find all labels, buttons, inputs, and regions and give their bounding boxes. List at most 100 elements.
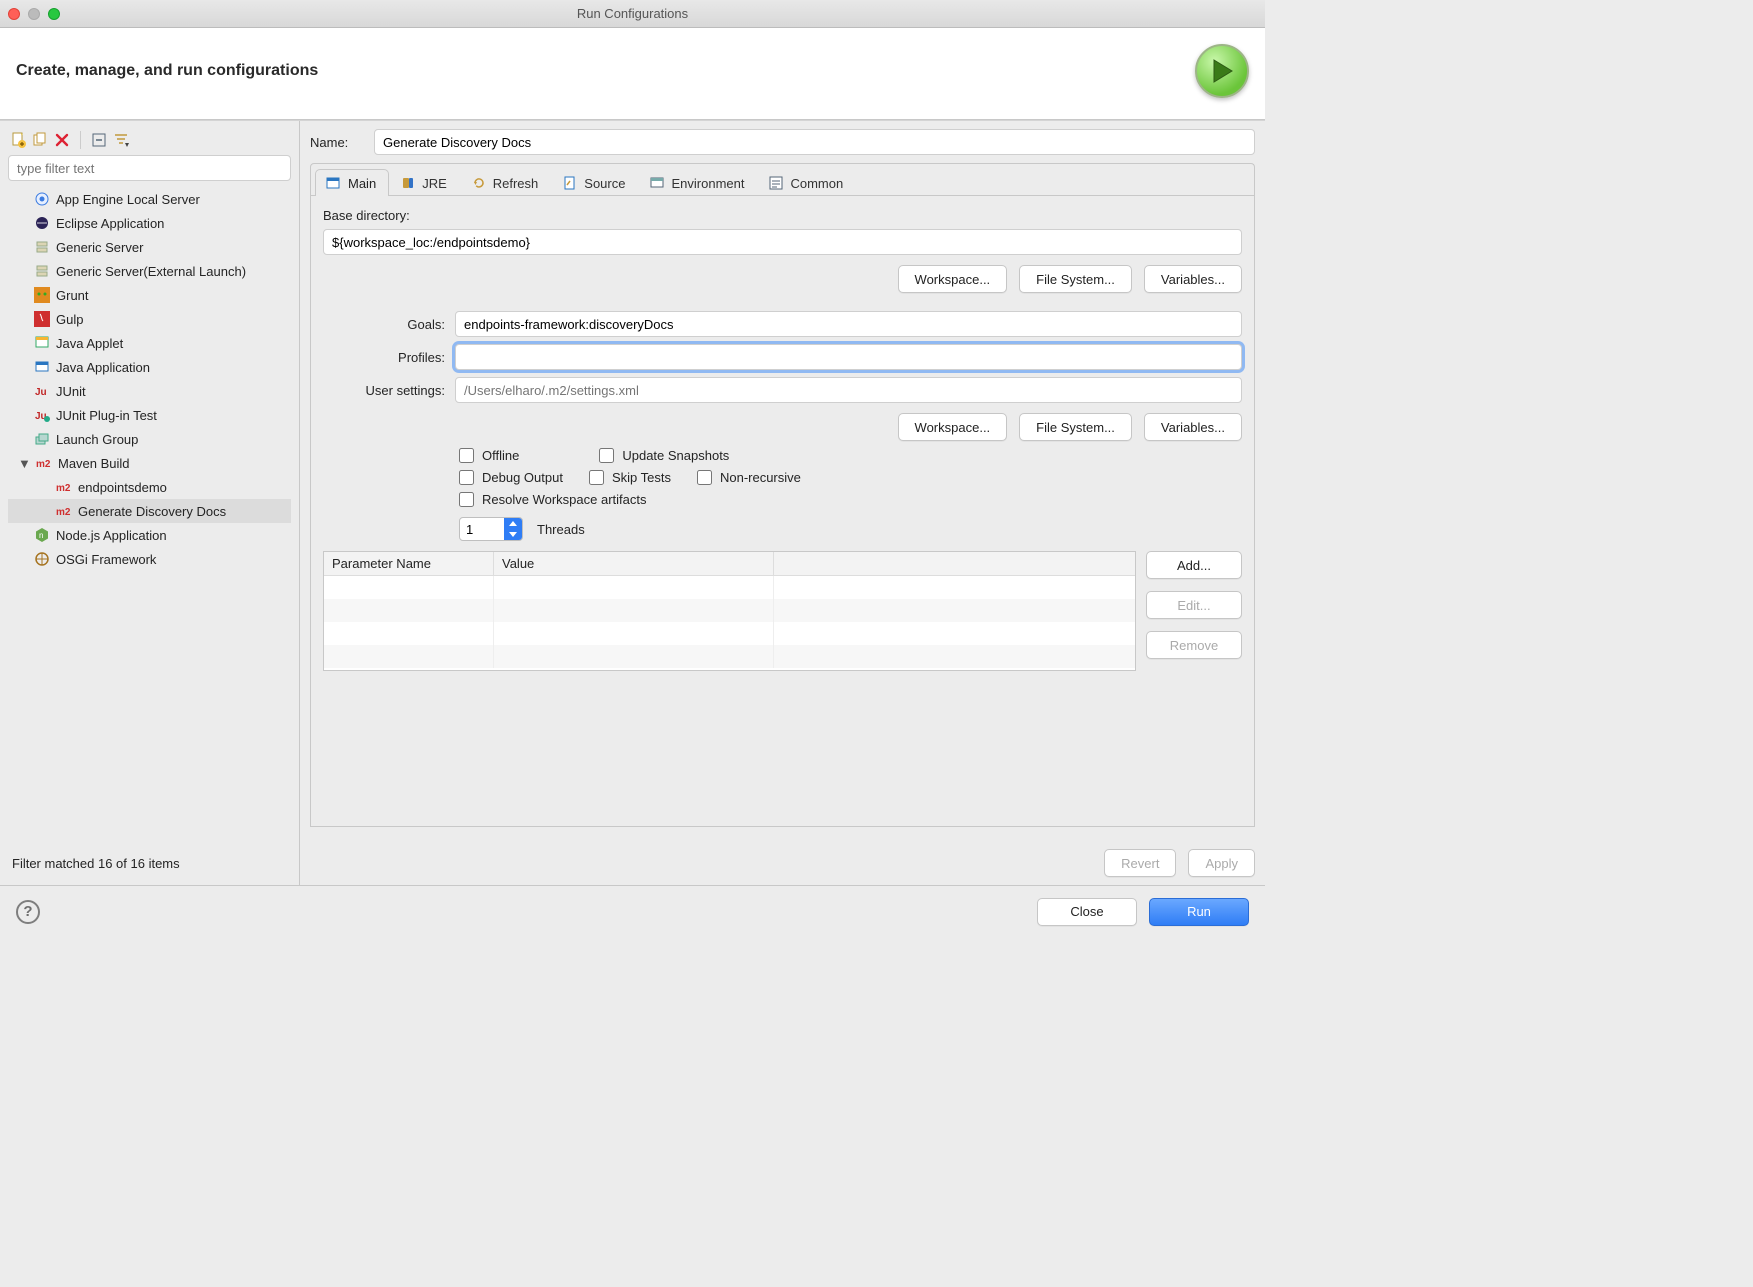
stepper-buttons[interactable] <box>504 518 522 540</box>
tab-label: JRE <box>422 176 447 191</box>
tree-item-nodejs[interactable]: n Node.js Application <box>8 523 291 547</box>
variables-button[interactable]: Variables... <box>1144 265 1242 293</box>
close-button[interactable]: Close <box>1037 898 1137 926</box>
tab-environment[interactable]: Environment <box>638 169 757 196</box>
offline-checkbox[interactable]: Offline <box>459 448 519 463</box>
expand-toggle-icon[interactable]: ▼ <box>18 456 30 471</box>
tree-item-junit[interactable]: Ju JUnit <box>8 379 291 403</box>
tree-item-grunt[interactable]: Grunt <box>8 283 291 307</box>
resolve-workspace-checkbox[interactable]: Resolve Workspace artifacts <box>459 492 647 507</box>
launch-group-icon <box>34 431 50 447</box>
config-tree[interactable]: App Engine Local Server Eclipse Applicat… <box>8 187 291 850</box>
param-col-value: Value <box>494 552 774 575</box>
profiles-label: Profiles: <box>323 350 445 365</box>
tab-main[interactable]: Main <box>315 169 389 196</box>
dialog-header: Create, manage, and run configurations <box>0 28 1265 120</box>
svg-text:m2: m2 <box>36 459 51 470</box>
tree-item-label: Node.js Application <box>56 528 167 543</box>
tree-item-label: Generic Server <box>56 240 143 255</box>
tree-item-label: OSGi Framework <box>56 552 156 567</box>
goals-label: Goals: <box>323 317 445 332</box>
osgi-icon <box>34 551 50 567</box>
tab-jre[interactable]: JRE <box>389 169 460 196</box>
update-snapshots-checkbox[interactable]: Update Snapshots <box>599 448 729 463</box>
applet-icon <box>34 335 50 351</box>
filter-menu-icon[interactable] <box>113 132 129 148</box>
threads-input[interactable] <box>460 522 504 537</box>
variables-button-2[interactable]: Variables... <box>1144 413 1242 441</box>
filesystem-button[interactable]: File System... <box>1019 265 1132 293</box>
run-button[interactable]: Run <box>1149 898 1249 926</box>
apply-button: Apply <box>1188 849 1255 877</box>
threads-label: Threads <box>537 522 585 537</box>
tab-body-main: Base directory: Workspace... File System… <box>310 195 1255 827</box>
tab-label: Main <box>348 176 376 191</box>
tree-item-label: Launch Group <box>56 432 138 447</box>
debug-output-checkbox[interactable]: Debug Output <box>459 470 563 485</box>
filter-input[interactable] <box>8 155 291 181</box>
tree-item-label: Generic Server(External Launch) <box>56 264 246 279</box>
new-config-icon[interactable] <box>10 132 26 148</box>
zoom-window-icon[interactable] <box>48 8 60 20</box>
grunt-icon <box>34 287 50 303</box>
maven-icon: m2 <box>56 479 72 495</box>
env-tab-icon <box>649 175 665 191</box>
help-icon[interactable]: ? <box>16 900 40 924</box>
tree-item-junitplugin[interactable]: Ju JUnit Plug-in Test <box>8 403 291 427</box>
goals-input[interactable] <box>455 311 1242 337</box>
threads-stepper[interactable] <box>459 517 523 541</box>
skip-tests-checkbox[interactable]: Skip Tests <box>589 470 671 485</box>
tree-item-javaapp[interactable]: Java Application <box>8 355 291 379</box>
tree-item-osgi[interactable]: OSGi Framework <box>8 547 291 571</box>
non-recursive-checkbox[interactable]: Non-recursive <box>697 470 801 485</box>
tree-item-javaapplet[interactable]: Java Applet <box>8 331 291 355</box>
tree-item-launchgroup[interactable]: Launch Group <box>8 427 291 451</box>
tree-item-endpointsdemo[interactable]: m2 endpointsdemo <box>8 475 291 499</box>
source-tab-icon <box>562 175 578 191</box>
tree-item-maven[interactable]: ▼ m2 Maven Build <box>8 451 291 475</box>
profiles-input[interactable] <box>455 344 1242 370</box>
resolve-label: Resolve Workspace artifacts <box>482 492 647 507</box>
tree-item-label: Gulp <box>56 312 83 327</box>
params-table[interactable]: Parameter Name Value <box>323 551 1136 671</box>
tree-item-eclipseapp[interactable]: Eclipse Application <box>8 211 291 235</box>
tree-item-gulp[interactable]: Gulp <box>8 307 291 331</box>
tree-item-label: Java Application <box>56 360 150 375</box>
filesystem-button-2[interactable]: File System... <box>1019 413 1132 441</box>
server-icon <box>34 239 50 255</box>
dialog-body: App Engine Local Server Eclipse Applicat… <box>0 120 1265 885</box>
tab-common[interactable]: Common <box>757 169 856 196</box>
duplicate-config-icon[interactable] <box>32 132 48 148</box>
nodejs-icon: n <box>34 527 50 543</box>
tree-item-generate-disc-docs[interactable]: m2 Generate Discovery Docs <box>8 499 291 523</box>
junit-icon: Ju <box>34 383 50 399</box>
jre-tab-icon <box>400 175 416 191</box>
base-dir-input[interactable] <box>323 229 1242 255</box>
refresh-tab-icon <box>471 175 487 191</box>
common-tab-icon <box>768 175 784 191</box>
main-tab-icon <box>326 175 342 191</box>
tab-label: Refresh <box>493 176 539 191</box>
run-icon <box>1195 44 1249 98</box>
delete-config-icon[interactable] <box>54 132 70 148</box>
workspace-button-2[interactable]: Workspace... <box>898 413 1008 441</box>
add-param-button[interactable]: Add... <box>1146 551 1242 579</box>
tree-item-label: endpointsdemo <box>78 480 167 495</box>
tree-item-label: Java Applet <box>56 336 123 351</box>
tree-item-appengine[interactable]: App Engine Local Server <box>8 187 291 211</box>
usersettings-label: User settings: <box>323 383 445 398</box>
tab-label: Environment <box>671 176 744 191</box>
tab-refresh[interactable]: Refresh <box>460 169 552 196</box>
tab-source[interactable]: Source <box>551 169 638 196</box>
workspace-button[interactable]: Workspace... <box>898 265 1008 293</box>
update-label: Update Snapshots <box>622 448 729 463</box>
right-panel: Name: Main JRE Refresh Source Envi <box>300 121 1265 885</box>
tree-item-genericserver[interactable]: Generic Server <box>8 235 291 259</box>
close-window-icon[interactable] <box>8 8 20 20</box>
collapse-all-icon[interactable] <box>91 132 107 148</box>
tree-item-genericserver-ext[interactable]: Generic Server(External Launch) <box>8 259 291 283</box>
debug-label: Debug Output <box>482 470 563 485</box>
usersettings-input[interactable] <box>455 377 1242 403</box>
name-input[interactable] <box>374 129 1255 155</box>
tree-item-label: Maven Build <box>58 456 130 471</box>
